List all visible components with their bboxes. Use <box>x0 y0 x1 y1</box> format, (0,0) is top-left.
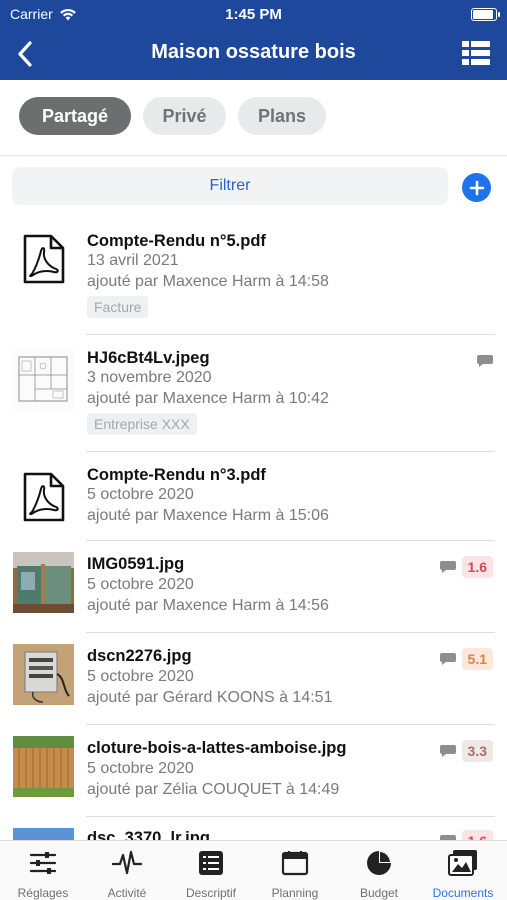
tab-label: Réglages <box>17 886 69 900</box>
tab-label: Activité <box>107 886 147 900</box>
list-view-button[interactable] <box>461 40 491 68</box>
add-document-button[interactable] <box>462 173 491 202</box>
battery-icon <box>471 8 500 21</box>
pie-chart-icon <box>364 849 394 877</box>
document-row[interactable]: Compte-Rendu n°3.pdf 5 octobre 2020 ajou… <box>0 452 507 541</box>
tab-documents[interactable]: Documents <box>421 849 505 900</box>
status-bar: Carrier 1:45 PM <box>0 0 507 28</box>
floor-plan-thumbnail <box>13 349 74 410</box>
document-author: ajouté par Maxence Harm à 15:06 <box>87 507 329 524</box>
photo-thumbnail <box>13 552 74 613</box>
document-date: 5 octobre 2020 <box>87 576 194 593</box>
comment-icon[interactable] <box>439 560 456 574</box>
status-time: 1:45 PM <box>225 6 282 23</box>
comment-icon[interactable] <box>477 354 493 368</box>
document-date: 13 avril 2021 <box>87 252 179 269</box>
activity-icon <box>112 849 142 877</box>
document-row[interactable]: IMG0591.jpg 5 octobre 2020 ajouté par Ma… <box>0 541 507 633</box>
tab-descriptif[interactable]: Descriptif <box>169 849 253 900</box>
document-name: IMG0591.jpg <box>87 555 185 573</box>
document-date: 5 octobre 2020 <box>87 486 194 503</box>
document-meta: 1.6 <box>439 556 493 578</box>
document-meta: 5.1 <box>439 648 493 670</box>
document-date: 5 octobre 2020 <box>87 760 194 777</box>
photo-thumbnail <box>13 736 74 797</box>
tab-label: Documents <box>432 886 494 900</box>
document-name: Compte-Rendu n°5.pdf <box>87 232 266 250</box>
document-name: dsc_3370_lr.jpg <box>87 829 210 840</box>
document-name: HJ6cBt4Lv.jpeg <box>87 349 210 367</box>
images-icon <box>448 849 478 877</box>
document-row[interactable]: cloture-bois-a-lattes-amboise.jpg 5 octo… <box>0 725 507 817</box>
score-badge: 3.3 <box>461 740 493 762</box>
list-menu-icon <box>462 41 490 65</box>
filter-button[interactable]: Filtrer <box>12 167 448 205</box>
sliders-icon <box>28 849 58 877</box>
document-meta: 1.6 <box>439 830 493 840</box>
tab-reglages[interactable]: Réglages <box>1 849 85 900</box>
pdf-icon <box>13 228 74 289</box>
segment-control: Partagé Privé Plans <box>0 80 507 156</box>
document-meta: 3.3 <box>439 740 493 762</box>
score-badge: 1.6 <box>461 830 493 840</box>
document-meta <box>477 354 493 368</box>
document-name: Compte-Rendu n°3.pdf <box>87 466 266 484</box>
tab-label: Planning <box>271 886 319 900</box>
score-badge: 1.6 <box>461 556 493 578</box>
tab-planning[interactable]: Planning <box>253 849 337 900</box>
document-name: dscn2276.jpg <box>87 647 192 665</box>
document-date: 5 octobre 2020 <box>87 668 194 685</box>
page-title: Maison ossature bois <box>151 41 356 63</box>
photo-thumbnail <box>13 644 74 705</box>
score-badge: 5.1 <box>461 648 493 670</box>
document-author: ajouté par Maxence Harm à 14:58 <box>87 273 329 290</box>
tab-bar: Réglages Activité Descriptif Planning Bu… <box>0 840 507 900</box>
calendar-icon <box>280 849 310 877</box>
tab-label: Budget <box>359 886 399 900</box>
document-author: ajouté par Zélia COUQUET à 14:49 <box>87 781 340 798</box>
battery-level <box>473 10 493 19</box>
chevron-left-icon <box>18 41 32 67</box>
pdf-icon <box>13 466 74 527</box>
document-author: ajouté par Maxence Harm à 14:56 <box>87 597 329 614</box>
document-row[interactable]: dscn2276.jpg 5 octobre 2020 ajouté par G… <box>0 633 507 725</box>
list-icon <box>196 849 226 877</box>
document-row[interactable]: Compte-Rendu n°5.pdf 13 avril 2021 ajout… <box>0 218 507 335</box>
document-tag: Entreprise XXX <box>87 413 197 435</box>
document-row[interactable]: HJ6cBt4Lv.jpeg 3 novembre 2020 ajouté pa… <box>0 335 507 452</box>
navigation-bar: Maison ossature bois <box>0 28 507 80</box>
document-row[interactable]: dsc_3370_lr.jpg 1.6 <box>0 817 507 840</box>
document-author: ajouté par Gérard KOONS à 14:51 <box>87 689 333 706</box>
back-button[interactable] <box>8 37 42 71</box>
document-name: cloture-bois-a-lattes-amboise.jpg <box>87 739 347 757</box>
tab-budget[interactable]: Budget <box>337 849 421 900</box>
segment-prive[interactable]: Privé <box>143 97 226 135</box>
comment-icon[interactable] <box>439 744 456 758</box>
document-list: Compte-Rendu n°5.pdf 13 avril 2021 ajout… <box>0 218 507 840</box>
segment-plans[interactable]: Plans <box>238 97 326 135</box>
document-author: ajouté par Maxence Harm à 10:42 <box>87 390 329 407</box>
plus-icon <box>469 180 484 195</box>
document-tag: Facture <box>87 296 149 318</box>
comment-icon[interactable] <box>439 652 456 666</box>
photo-thumbnail <box>13 828 74 840</box>
tab-activite[interactable]: Activité <box>85 849 169 900</box>
document-date: 3 novembre 2020 <box>87 369 212 386</box>
segment-partage[interactable]: Partagé <box>19 97 131 135</box>
tab-label: Descriptif <box>185 886 236 900</box>
